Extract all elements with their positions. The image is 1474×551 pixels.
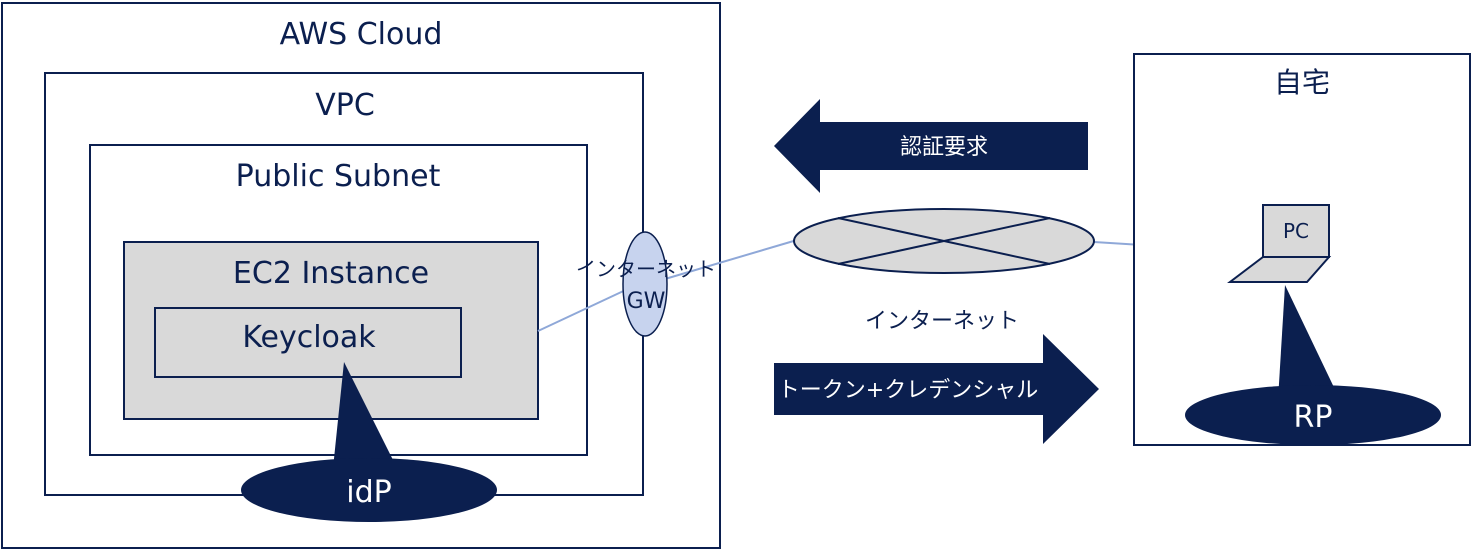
auth-request-label: 認証要求: [900, 135, 988, 160]
architecture-diagram: AWS Cloud VPC Public Subnet EC2 Instance…: [1, 2, 1471, 549]
ec2-instance-label: EC2 Instance: [233, 256, 429, 291]
token-credential-label: トークン+クレデンシャル: [778, 378, 1038, 403]
idp-callout-label: idP: [346, 475, 391, 510]
vpc-label: VPC: [315, 88, 375, 123]
pc-label: PC: [1283, 219, 1309, 243]
home-label: 自宅: [1274, 66, 1330, 99]
internet-gateway-label-line2: GW: [627, 289, 666, 314]
internet-label: インターネット: [865, 309, 1019, 334]
internet-gateway-ellipse: [622, 231, 668, 337]
public-subnet-label: Public Subnet: [236, 159, 441, 194]
rp-callout-label: RP: [1294, 400, 1333, 435]
aws-cloud-label: AWS Cloud: [280, 17, 443, 52]
internet-gateway-label-line1: インターネット: [576, 257, 716, 281]
keycloak-label: Keycloak: [242, 320, 376, 355]
